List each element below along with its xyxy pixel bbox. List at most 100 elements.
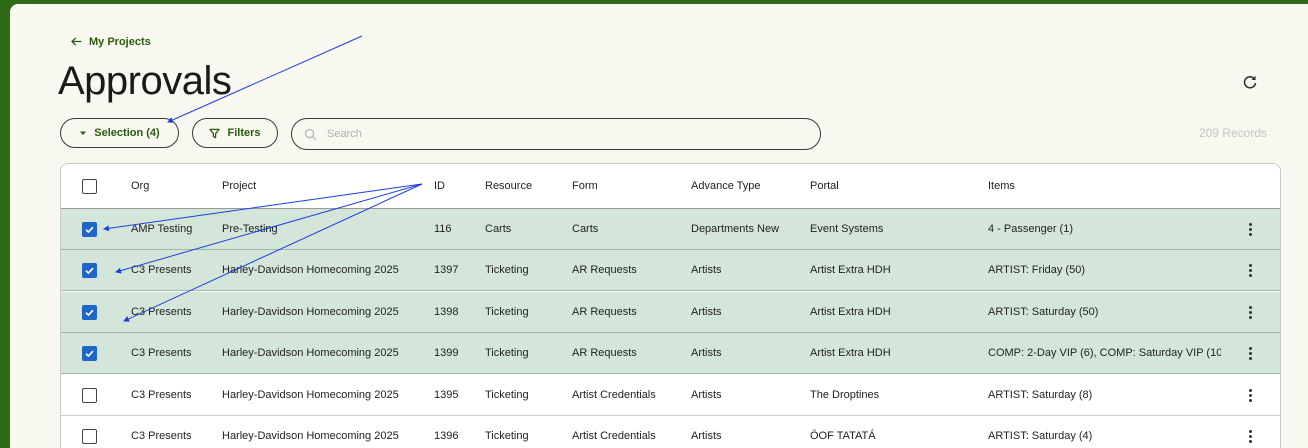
- cell-items: ARTIST: Saturday (4): [988, 430, 1093, 442]
- back-link-label: My Projects: [89, 35, 151, 48]
- cell-resource: Ticketing: [485, 264, 529, 276]
- cell-org: C3 Presents: [131, 264, 192, 276]
- cell-org: C3 Presents: [131, 389, 192, 401]
- cell-portal: Artist Extra HDH: [810, 306, 891, 318]
- cell-portal: Artist Extra HDH: [810, 347, 891, 359]
- search-icon: [304, 128, 317, 140]
- more-vertical-icon[interactable]: [1242, 250, 1258, 290]
- col-header-portal[interactable]: Portal: [810, 164, 839, 208]
- select-all-cell[interactable]: [82, 164, 97, 208]
- col-header-id[interactable]: ID: [434, 164, 445, 208]
- filters-button-label: Filters: [227, 127, 261, 139]
- records-count: 209 Records: [1198, 126, 1267, 140]
- cell-items: ARTIST: Friday (50): [988, 264, 1085, 276]
- cell-resource: Ticketing: [485, 347, 529, 359]
- cell-advance-type: Artists: [691, 430, 722, 442]
- cell-form: Artist Credentials: [572, 430, 656, 442]
- table-row[interactable]: AMP Testing Pre-Testing 116 Carts Carts Depar…: [61, 209, 1280, 250]
- refresh-icon[interactable]: [1242, 74, 1258, 90]
- cell-form: Artist Credentials: [572, 389, 656, 401]
- checkmark-icon: [85, 226, 94, 233]
- col-header-items[interactable]: Items: [988, 164, 1015, 208]
- col-header-project[interactable]: Project: [222, 164, 256, 208]
- cell-project: Harley-Davidson Homecoming 2025: [222, 389, 399, 401]
- cell-id: 1399: [434, 347, 459, 359]
- cell-project: Harley-Davidson Homecoming 2025: [222, 430, 399, 442]
- table-row[interactable]: C3 Presents Harley-Davidson Homecoming 20…: [61, 292, 1280, 333]
- more-vertical-icon[interactable]: [1242, 209, 1258, 249]
- cell-project: Harley-Davidson Homecoming 2025: [222, 306, 399, 318]
- cell-resource: Ticketing: [485, 430, 529, 442]
- cell-resource: Ticketing: [485, 306, 529, 318]
- select-all-checkbox[interactable]: [82, 178, 97, 194]
- cell-items: ARTIST: Saturday (50): [988, 306, 1099, 318]
- cell-items: COMP: 2-Day VIP (6), COMP: Saturday VIP …: [988, 347, 1221, 359]
- cell-items: 4 - Passenger (1): [988, 223, 1073, 235]
- cell-advance-type: Departments New: [691, 223, 780, 235]
- cell-form: AR Requests: [572, 264, 637, 276]
- approvals-table: Org Project ID Resource Form Advance Typ…: [60, 163, 1281, 448]
- col-header-resource[interactable]: Resource: [485, 164, 532, 208]
- row-select-cell[interactable]: [82, 333, 97, 373]
- col-header-form[interactable]: Form: [572, 164, 598, 208]
- cell-project: Harley-Davidson Homecoming 2025: [222, 347, 399, 359]
- table-row[interactable]: C3 Presents Harley-Davidson Homecoming 20…: [61, 250, 1280, 291]
- table-row[interactable]: C3 Presents Harley-Davidson Homecoming 20…: [61, 333, 1280, 374]
- cell-advance-type: Artists: [691, 389, 722, 401]
- row-select-cell[interactable]: [82, 209, 97, 249]
- cell-portal: Event Systems: [810, 223, 884, 235]
- checkmark-icon: [85, 267, 94, 274]
- cell-form: Carts: [572, 223, 599, 235]
- table-row[interactable]: C3 Presents Harley-Davidson Homecoming 20…: [61, 416, 1280, 448]
- more-vertical-icon[interactable]: [1242, 333, 1258, 373]
- filters-button[interactable]: Filters: [192, 118, 278, 148]
- cell-advance-type: Artists: [691, 264, 722, 276]
- checkmark-icon: [85, 350, 94, 357]
- cell-items: ARTIST: Saturday (8): [988, 389, 1093, 401]
- arrow-left-icon: [71, 37, 82, 46]
- row-select-cell[interactable]: [82, 416, 97, 448]
- back-link[interactable]: My Projects: [70, 35, 151, 48]
- cell-org: AMP Testing: [131, 223, 193, 235]
- cell-id: 1397: [434, 264, 459, 276]
- cell-org: C3 Presents: [131, 430, 192, 442]
- table-row[interactable]: C3 Presents Harley-Davidson Homecoming 20…: [61, 375, 1280, 416]
- table-header: Org Project ID Resource Form Advance Typ…: [61, 164, 1280, 209]
- row-checkbox[interactable]: [82, 428, 97, 444]
- more-vertical-icon[interactable]: [1242, 292, 1258, 332]
- row-select-cell[interactable]: [82, 292, 97, 332]
- cell-project: Pre-Testing: [222, 223, 278, 235]
- page-title: Approvals: [58, 59, 232, 103]
- row-checkbox[interactable]: [82, 304, 97, 320]
- search-input[interactable]: [325, 127, 809, 141]
- cell-id: 116: [434, 223, 452, 235]
- row-checkbox[interactable]: [82, 221, 97, 237]
- row-checkbox[interactable]: [82, 262, 97, 278]
- app-page: My Projects Approvals Selection (4) Filt…: [10, 4, 1308, 448]
- cell-portal: The Droptines: [810, 389, 880, 401]
- cell-advance-type: Artists: [691, 347, 722, 359]
- cell-resource: Carts: [485, 223, 512, 235]
- row-select-cell[interactable]: [82, 250, 97, 290]
- col-header-advance-type[interactable]: Advance Type: [691, 164, 761, 208]
- selection-button-label: Selection (4): [94, 127, 160, 139]
- cell-form: AR Requests: [572, 306, 637, 318]
- cell-org: C3 Presents: [131, 347, 192, 359]
- more-vertical-icon[interactable]: [1242, 416, 1258, 448]
- cell-resource: Ticketing: [485, 389, 529, 401]
- more-vertical-icon[interactable]: [1242, 375, 1258, 415]
- cell-advance-type: Artists: [691, 306, 722, 318]
- cell-id: 1398: [434, 306, 459, 318]
- selection-button[interactable]: Selection (4): [60, 118, 179, 148]
- filter-icon: [209, 128, 221, 138]
- search-field[interactable]: [291, 118, 821, 150]
- row-checkbox[interactable]: [82, 387, 97, 403]
- col-header-org[interactable]: Org: [131, 164, 149, 208]
- row-select-cell[interactable]: [82, 375, 97, 415]
- cell-portal: ÖOF TATATÁ: [810, 430, 876, 442]
- cell-org: C3 Presents: [131, 306, 192, 318]
- row-checkbox[interactable]: [82, 345, 97, 361]
- cell-project: Harley-Davidson Homecoming 2025: [222, 264, 399, 276]
- checkmark-icon: [85, 309, 94, 316]
- cell-portal: Artist Extra HDH: [810, 264, 891, 276]
